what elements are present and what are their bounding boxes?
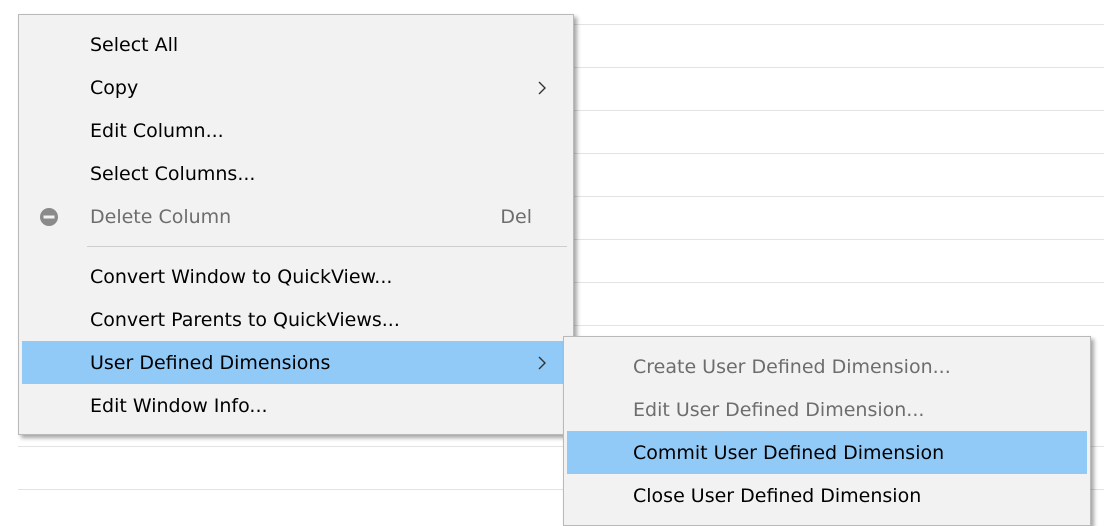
submenu-item-edit-user-defined-dimension[interactable]: Edit User Defined Dimension...: [567, 388, 1087, 431]
menu-item-label: Commit User Defined Dimension: [633, 441, 945, 464]
submenu-item-commit-user-defined-dimension[interactable]: Commit User Defined Dimension: [567, 431, 1087, 474]
menu-item-label: Create User Defined Dimension...: [633, 355, 951, 378]
menu-item-label: Convert Parents to QuickViews...: [90, 308, 400, 331]
menu-item-label: Select All: [90, 33, 179, 56]
menu-item-label: User Defined Dimensions: [90, 351, 331, 374]
menu-item-label: Convert Window to QuickView...: [90, 265, 393, 288]
menu-item-label: Close User Defined Dimension: [633, 484, 922, 507]
menu-item-delete-column[interactable]: Delete Column Del: [22, 195, 570, 238]
menu-item-label: Select Columns...: [90, 162, 256, 185]
menu-item-user-defined-dimensions[interactable]: User Defined Dimensions: [22, 341, 570, 384]
menu-item-label: Delete Column: [90, 205, 232, 228]
submenu-item-close-user-defined-dimension[interactable]: Close User Defined Dimension: [567, 474, 1087, 517]
menu-item-label: Edit Window Info...: [90, 394, 268, 417]
menu-separator: [87, 246, 567, 247]
menu-item-label: Edit User Defined Dimension...: [633, 398, 925, 421]
chevron-right-icon: [536, 353, 548, 373]
menu-item-edit-column[interactable]: Edit Column...: [22, 109, 570, 152]
menu-item-convert-window-to-quickview[interactable]: Convert Window to QuickView...: [22, 255, 570, 298]
menu-item-select-all[interactable]: Select All: [22, 23, 570, 66]
minus-circle-icon: [39, 207, 59, 227]
user-defined-dimensions-submenu: Create User Defined Dimension... Edit Us…: [563, 336, 1091, 526]
submenu-item-create-user-defined-dimension[interactable]: Create User Defined Dimension...: [567, 345, 1087, 388]
menu-item-label: Copy: [90, 76, 139, 99]
menu-item-label: Edit Column...: [90, 119, 224, 142]
shortcut-label: Del: [500, 205, 532, 228]
menu-item-convert-parents-to-quickviews[interactable]: Convert Parents to QuickViews...: [22, 298, 570, 341]
menu-item-select-columns[interactable]: Select Columns...: [22, 152, 570, 195]
context-menu: Select All Copy Edit Column... Select Co…: [18, 14, 574, 435]
menu-item-copy[interactable]: Copy: [22, 66, 570, 109]
chevron-right-icon: [536, 78, 548, 98]
menu-item-edit-window-info[interactable]: Edit Window Info...: [22, 384, 570, 427]
